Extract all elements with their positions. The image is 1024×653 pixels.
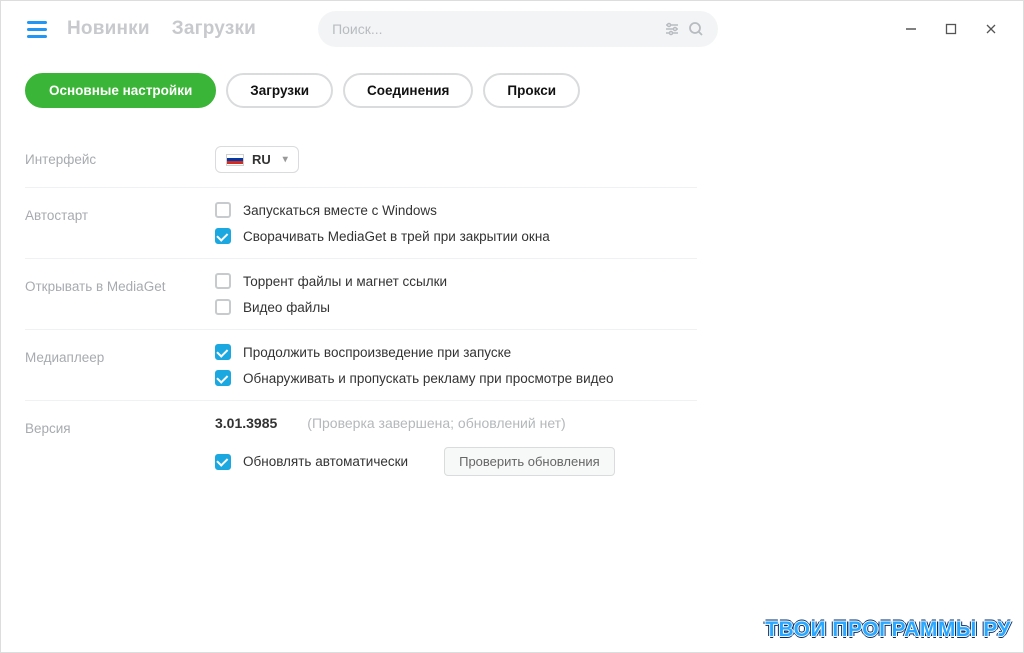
- close-button[interactable]: [971, 9, 1011, 49]
- row-player: Медиаплеер Продолжить воспроизведение пр…: [25, 330, 697, 401]
- minimize-button[interactable]: [891, 9, 931, 49]
- app-window: Новинки Загрузки Основные настройки Загр…: [0, 0, 1024, 653]
- language-select[interactable]: RU ▾: [215, 146, 299, 173]
- checkbox-resume-playback[interactable]: [215, 344, 231, 360]
- tab-proxy[interactable]: Прокси: [483, 73, 580, 108]
- text-resume-playback: Продолжить воспроизведение при запуске: [243, 345, 511, 360]
- label-player: Медиаплеер: [25, 344, 215, 386]
- checkbox-skip-ads[interactable]: [215, 370, 231, 386]
- tab-main[interactable]: Основные настройки: [25, 73, 216, 108]
- language-code: RU: [252, 152, 271, 167]
- row-interface: Интерфейс RU ▾: [25, 132, 697, 188]
- checkbox-video-files[interactable]: [215, 299, 231, 315]
- sliders-icon[interactable]: [664, 21, 680, 37]
- version-number: 3.01.3985: [215, 415, 277, 431]
- checkbox-torrent-magnet[interactable]: [215, 273, 231, 289]
- label-version: Версия: [25, 415, 215, 476]
- search-icon[interactable]: [688, 21, 704, 37]
- check-updates-button[interactable]: Проверить обновления: [444, 447, 615, 476]
- settings-panel: Интерфейс RU ▾ Автостарт Запускаться вме…: [1, 132, 721, 490]
- top-bar: Новинки Загрузки: [1, 1, 1023, 57]
- tab-downloads[interactable]: Загрузки: [226, 73, 333, 108]
- nav-links: Новинки Загрузки: [67, 18, 256, 40]
- chevron-down-icon: ▾: [283, 154, 288, 165]
- text-auto-update: Обновлять автоматически: [243, 454, 408, 469]
- window-controls: [891, 9, 1011, 49]
- search-box[interactable]: [318, 11, 718, 47]
- checkbox-start-with-windows[interactable]: [215, 202, 231, 218]
- label-open-in: Открывать в MediaGet: [25, 273, 215, 315]
- maximize-button[interactable]: [931, 9, 971, 49]
- nav-new[interactable]: Новинки: [67, 18, 150, 40]
- text-minimize-to-tray: Сворачивать MediaGet в трей при закрытии…: [243, 229, 550, 244]
- menu-icon[interactable]: [27, 17, 51, 41]
- checkbox-minimize-to-tray[interactable]: [215, 228, 231, 244]
- version-status: (Проверка завершена; обновлений нет): [307, 415, 565, 431]
- tab-connections[interactable]: Соединения: [343, 73, 473, 108]
- label-interface: Интерфейс: [25, 146, 215, 173]
- text-skip-ads: Обнаруживать и пропускать рекламу при пр…: [243, 371, 614, 386]
- settings-tabs: Основные настройки Загрузки Соединения П…: [1, 57, 1023, 132]
- checkbox-auto-update[interactable]: [215, 454, 231, 470]
- nav-downloads[interactable]: Загрузки: [172, 18, 256, 40]
- watermark: ТВОИ ПРОГРАММЫ РУ: [765, 618, 1011, 642]
- search-input[interactable]: [332, 21, 656, 37]
- text-start-with-windows: Запускаться вместе с Windows: [243, 203, 437, 218]
- text-video-files: Видео файлы: [243, 300, 330, 315]
- row-version: Версия 3.01.3985 (Проверка завершена; об…: [25, 401, 697, 490]
- flag-ru-icon: [226, 154, 244, 166]
- label-autostart: Автостарт: [25, 202, 215, 244]
- row-autostart: Автостарт Запускаться вместе с Windows С…: [25, 188, 697, 259]
- text-torrent-magnet: Торрент файлы и магнет ссылки: [243, 274, 447, 289]
- row-open-in: Открывать в MediaGet Торрент файлы и маг…: [25, 259, 697, 330]
